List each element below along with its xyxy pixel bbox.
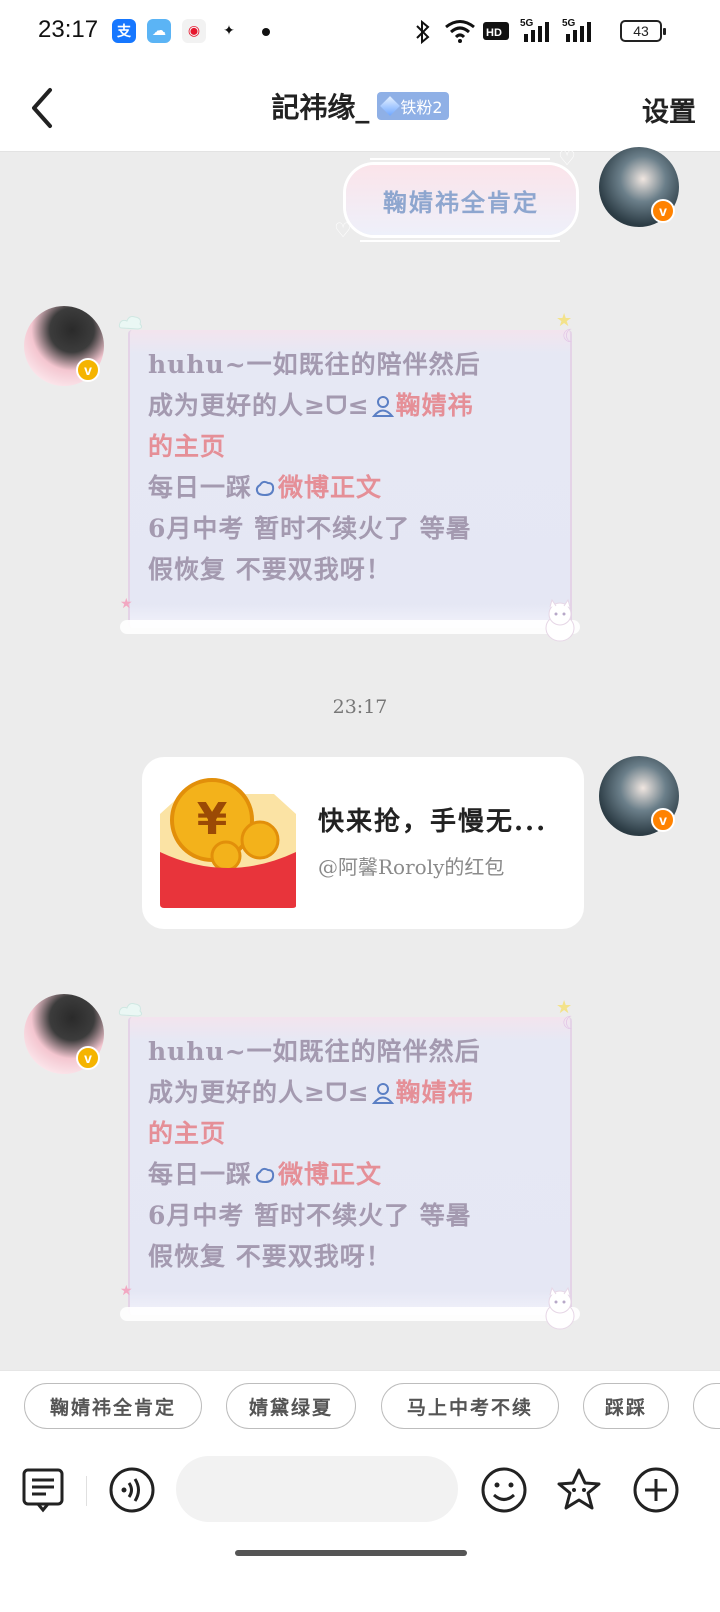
message-text: 鞠婧祎全肯定 [383,187,539,217]
home-indicator [235,1550,467,1556]
emoji-icon[interactable] [480,1466,528,1514]
verified-badge-icon: v [651,808,675,832]
star-icon: ★ [120,596,133,612]
message-line: 成为更好的人≥ᗜ≤ 鞠婧祎 [148,385,481,426]
message-line: 6月中考 暂时不续火了 等暑 [148,514,472,543]
message-line-text: 每日一踩 [148,1160,253,1189]
sticker-icon[interactable] [555,1466,603,1514]
weather-icon: ☁ [147,19,171,43]
message-line: 假恢复 不要双我呀！ [148,555,392,584]
fan-level-label: 铁粉2 [400,98,443,117]
svg-text:5G: 5G [562,18,576,29]
card-cloud-border [120,1307,580,1321]
red-packet-title: 快来抢，手慢无... [318,807,548,837]
mention-link[interactable]: 鞠婧祎 [396,391,474,420]
moon-icon: ☾ [562,1013,579,1034]
bubble-decoration [360,240,560,242]
hd-icon: HD [483,22,509,40]
quick-reply-chip[interactable] [693,1383,720,1429]
message-line: 每日一踩 微博正文 [148,1154,481,1195]
verified-badge-icon: v [76,1046,100,1070]
mention-link[interactable]: 鞠婧祎 [396,1078,474,1107]
verified-badge-icon: v [651,199,675,223]
yen-glyph: ¥ [197,794,228,845]
mention-link[interactable]: 的主页 [148,1113,481,1154]
user-icon [371,1083,394,1104]
wechat-icon: ✦ [217,19,241,43]
star-icon: ★ [120,1283,133,1299]
moon-icon: ☾ [562,326,579,347]
kitten-sticker-icon [545,598,575,642]
wifi-icon [445,20,475,43]
message-text-block: huhu~一如既往的陪伴然后 成为更好的人≥ᗜ≤ 鞠婧祎 的主页 每日一踩 微博正文… [148,344,481,590]
divider [86,1476,87,1506]
chat-title: 記祎缘_ [271,91,370,124]
message-card-incoming[interactable]: huhu~一如既往的陪伴然后 成为更好的人≥ᗜ≤ 鞠婧祎 的主页 每日一踩 微博正文… [120,330,580,634]
message-line: 每日一踩 微博正文 [148,467,481,508]
clock: 23:17 [38,16,99,43]
signal-5g-icon: 5G [520,18,549,42]
message-line: 假恢复 不要双我呀！ [148,1242,392,1271]
status-bar: 23:17 支 ☁ ◉ ✦ HD 5G 5G 43 [0,0,720,64]
message-input[interactable] [176,1456,458,1522]
red-packet-icon: ¥ [160,778,296,908]
quick-reply-chip[interactable]: 鞠婧祎全肯定 [24,1383,202,1429]
verified-badge-icon: v [76,358,100,382]
message-line: 成为更好的人≥ᗜ≤ 鞠婧祎 [148,1072,481,1113]
input-bar [0,1436,720,1612]
settings-button[interactable]: 设置 [642,90,696,129]
quick-reply-bar: 鞠婧祎全肯定 婧黛绿夏 马上中考不续 踩踩 [0,1370,720,1436]
weibo-post-link[interactable]: 微博正文 [278,1160,382,1189]
svg-text:HD: HD [486,27,502,39]
card-cloud-border [120,620,580,634]
weibo-icon: ◉ [182,19,206,43]
battery-indicator: 43 [620,20,666,42]
message-line: huhu~一如既往的陪伴然后 [148,350,481,379]
message-line: 6月中考 暂时不续火了 等暑 [148,1201,472,1230]
weibo-post-link[interactable]: 微博正文 [278,473,382,502]
chat-header: 記祎缘_ 铁粉2 设置 [0,64,720,152]
quick-reply-chip[interactable]: 踩踩 [583,1383,669,1429]
message-line-text: 每日一踩 [148,473,253,502]
message-text-block: huhu~一如既往的陪伴然后 成为更好的人≥ᗜ≤ 鞠婧祎 的主页 每日一踩 微博正文… [148,1031,481,1277]
cloud-icon [118,1003,143,1017]
message-bubble-outgoing[interactable]: 鞠婧祎全肯定 [346,165,576,235]
weibo-link-icon [255,1167,275,1184]
red-packet-sender: @阿馨Roroly的红包 [318,855,505,879]
cloud-icon [118,316,143,330]
quick-reply-chip[interactable]: 马上中考不续 [381,1383,559,1429]
bluetooth-icon [416,20,430,44]
message-timestamp: 23:17 [332,696,388,718]
menu-list-icon[interactable] [20,1466,68,1514]
add-icon[interactable] [632,1466,680,1514]
fan-level-badge: 铁粉2 [377,92,449,120]
diamond-icon [380,96,401,116]
weibo-link-icon [255,480,275,497]
alipay-icon: 支 [112,19,136,43]
kitten-sticker-icon [545,1286,575,1330]
quick-reply-chip[interactable]: 婧黛绿夏 [226,1383,356,1429]
chat-title-group: 記祎缘_ 铁粉2 [0,86,720,126]
message-line-text: 成为更好的人≥ᗜ≤ [148,391,370,420]
message-card-incoming[interactable]: huhu~一如既往的陪伴然后 成为更好的人≥ᗜ≤ 鞠婧祎 的主页 每日一踩 微博正文… [120,1017,580,1321]
heart-icon: ♡ [558,146,576,170]
message-line-text: 成为更好的人≥ᗜ≤ [148,1078,370,1107]
message-line: huhu~一如既往的陪伴然后 [148,1037,481,1066]
bubble-decoration [370,158,550,160]
user-icon [371,396,394,417]
signal-5g-icon-2: 5G [562,18,591,42]
svg-text:5G: 5G [520,18,534,29]
voice-icon[interactable] [108,1466,156,1514]
notification-dot [262,28,270,36]
red-packet-card[interactable]: ¥ 快来抢，手慢无... @阿馨Roroly的红包 [142,757,584,929]
mention-link[interactable]: 的主页 [148,426,481,467]
